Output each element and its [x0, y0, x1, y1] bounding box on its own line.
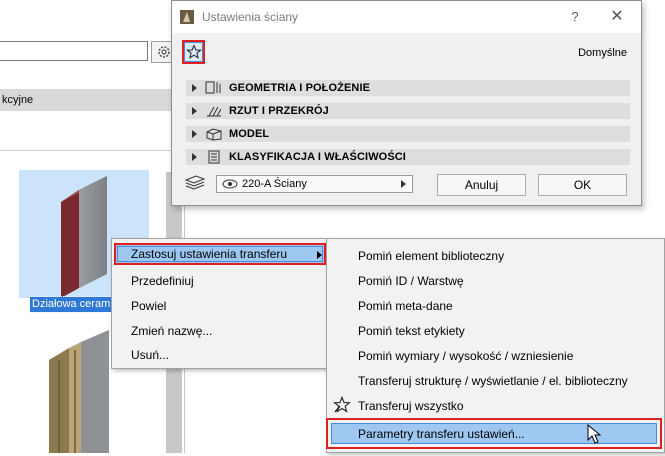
model-icon	[205, 127, 223, 141]
section-geometry[interactable]: GEOMETRIA I POŁOŻENIE	[186, 80, 630, 96]
menu-item-delete[interactable]: Usuń...	[131, 345, 169, 365]
menu-item-duplicate[interactable]: Powiel	[131, 296, 166, 316]
expand-arrow-icon	[192, 84, 197, 92]
submenu-arrow-icon	[317, 251, 322, 259]
close-button[interactable]: ✕	[608, 7, 626, 27]
expand-arrow-icon	[192, 107, 197, 115]
menu-item-label[interactable]: Zastosuj ustawienia transferu	[131, 244, 287, 264]
menu-item-rename[interactable]: Zmień nazwę...	[131, 321, 212, 341]
menu-item-skip-id-layer[interactable]: Pomiń ID / Warstwę	[358, 271, 464, 291]
dropdown-arrow-icon	[401, 180, 406, 188]
library-panel: kcyjne Działowa ceram	[0, 0, 187, 453]
menu-item-label[interactable]: Parametry transferu ustawień...	[358, 424, 525, 444]
expand-arrow-icon	[192, 153, 197, 161]
mouse-cursor-icon	[587, 424, 602, 444]
classification-icon	[205, 150, 223, 164]
ok-button[interactable]: OK	[538, 174, 627, 196]
section-model[interactable]: MODEL	[186, 126, 630, 142]
favorites-button[interactable]	[182, 40, 205, 64]
menu-item-redefine[interactable]: Przedefiniuj	[131, 271, 194, 291]
plan-section-icon	[205, 104, 223, 118]
layer-select[interactable]: 220-A Ściany	[216, 175, 413, 193]
section-label: RZUT I PRZEKRÓJ	[229, 105, 329, 117]
context-menu: Zastosuj ustawienia transferu Przedefini…	[111, 238, 328, 369]
section-label: MODEL	[229, 128, 270, 140]
layer-value: 220-A Ściany	[242, 178, 307, 190]
dialog-title: Ustawienia ściany	[202, 10, 299, 24]
library-category-row[interactable]: kcyjne	[0, 89, 187, 111]
menu-item-skip-library-part[interactable]: Pomiń element biblioteczny	[358, 246, 504, 266]
dialog-titlebar[interactable]: Ustawienia ściany ? ✕	[172, 1, 641, 33]
section-plan-section[interactable]: RZUT I PRZEKRÓJ	[186, 103, 630, 119]
geometry-icon	[205, 81, 223, 95]
divider	[0, 150, 185, 151]
eye-icon	[222, 179, 238, 189]
transfer-submenu: Pomiń element biblioteczny Pomiń ID / Wa…	[326, 238, 665, 453]
wall-tool-icon	[180, 10, 194, 24]
menu-item-transfer-structure[interactable]: Transferuj strukturę / wyświetlanie / el…	[358, 371, 628, 391]
section-label: KLASYFIKACJA I WŁAŚCIWOŚCI	[229, 151, 406, 163]
help-button[interactable]: ?	[566, 7, 584, 27]
wall-settings-dialog: Ustawienia ściany ? ✕ Domyślne GEOMETRIA…	[171, 0, 642, 206]
library-search-input[interactable]	[0, 41, 148, 61]
star-icon	[333, 396, 351, 413]
section-classification[interactable]: KLASYFIKACJA I WŁAŚCIWOŚCI	[186, 149, 630, 165]
menu-item-skip-metadata[interactable]: Pomiń meta-dane	[358, 296, 453, 316]
menu-item-skip-label-text[interactable]: Pomiń tekst etykiety	[358, 321, 465, 341]
menu-item-skip-dimensions[interactable]: Pomiń wymiary / wysokość / wzniesienie	[358, 346, 573, 366]
menu-item-transfer-all[interactable]: Transferuj wszystko	[358, 396, 464, 416]
star-icon	[185, 44, 202, 59]
gear-icon	[157, 46, 170, 58]
section-label: GEOMETRIA I POŁOŻENIE	[229, 82, 371, 94]
expand-arrow-icon	[192, 130, 197, 138]
default-settings-label: Domyślne	[578, 47, 627, 59]
layer-icon	[184, 175, 206, 190]
cancel-button[interactable]: Anuluj	[437, 174, 526, 196]
